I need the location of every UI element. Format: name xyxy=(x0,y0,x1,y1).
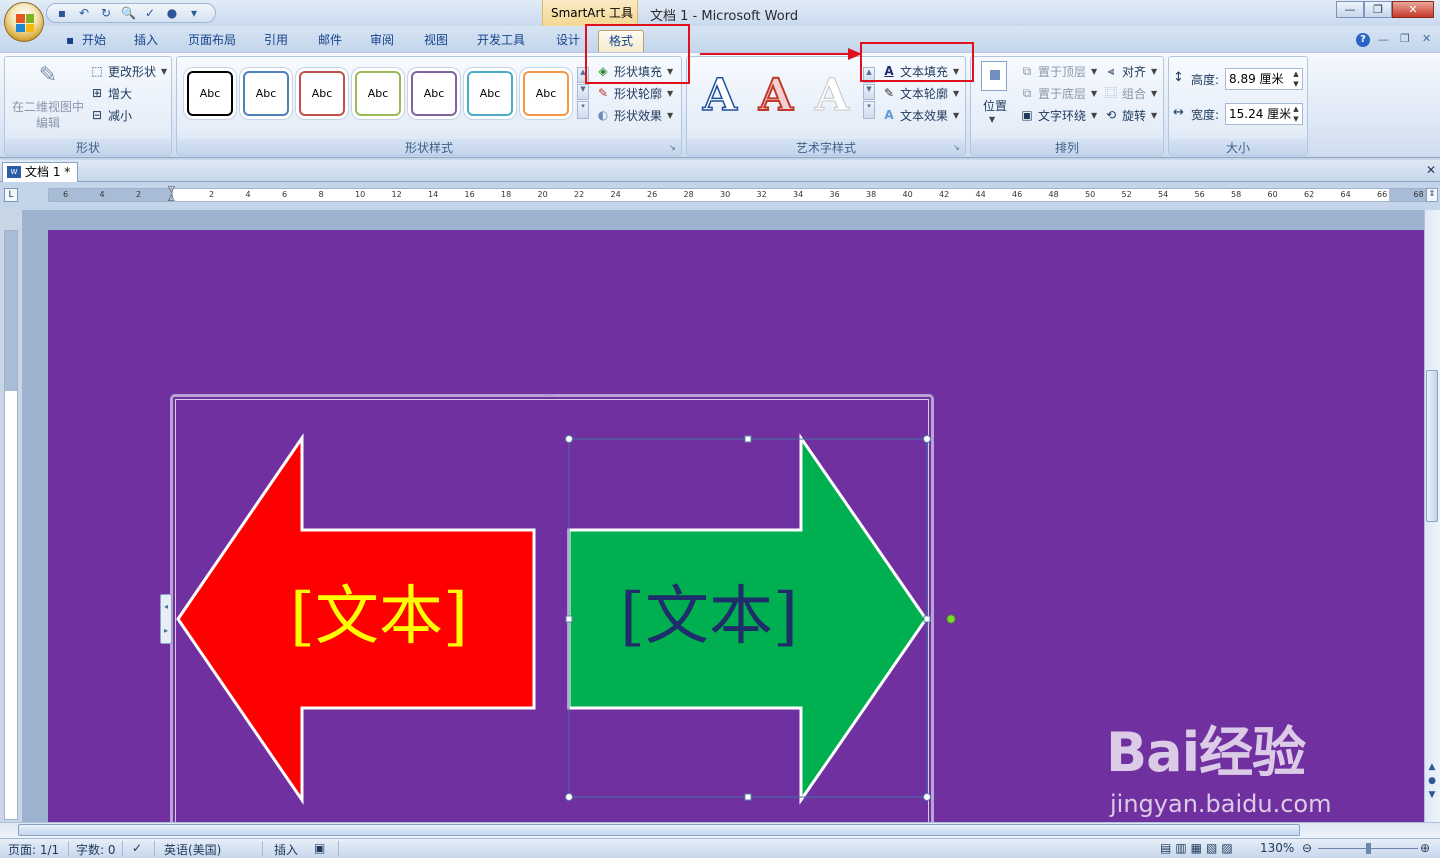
right-arrow-text[interactable]: [文本] xyxy=(620,582,798,652)
resize-handle[interactable] xyxy=(923,435,931,443)
resize-handle[interactable] xyxy=(744,435,752,443)
resize-handle[interactable] xyxy=(565,793,573,801)
zoom-out-icon[interactable]: ⊖ xyxy=(1302,841,1312,855)
zoom-level[interactable]: 130% xyxy=(1260,841,1294,855)
watermark-url: jingyan.baidu.com xyxy=(1110,790,1332,818)
resize-handle[interactable] xyxy=(923,615,931,623)
insert-mode[interactable]: 插入 xyxy=(274,841,298,858)
resize-handle[interactable] xyxy=(923,793,931,801)
rotate-handle[interactable] xyxy=(946,614,956,624)
resize-handle[interactable] xyxy=(565,615,573,623)
resize-handle[interactable] xyxy=(744,793,752,801)
macro-record-icon[interactable]: ▣ xyxy=(314,841,325,855)
browse-object-icons[interactable]: ▲ ● ▼ xyxy=(1426,760,1438,802)
left-arrow-text[interactable]: [文本] xyxy=(290,582,468,652)
office-logo-icon xyxy=(16,14,34,32)
status-bar: 页面: 1/1 字数: 0 ✓ 英语(美国) 插入 ▣ ▤▥▦▧▨ 130% ⊖… xyxy=(0,838,1440,857)
language[interactable]: 英语(美国) xyxy=(164,841,221,858)
resize-handle[interactable] xyxy=(565,435,573,443)
zoom-in-icon[interactable]: ⊕ xyxy=(1420,841,1430,855)
proofing-icon[interactable]: ✓ xyxy=(132,841,142,855)
horizontal-scroll-thumb[interactable] xyxy=(18,824,1300,836)
view-buttons-icon[interactable]: ▤▥▦▧▨ xyxy=(1160,841,1237,855)
page-count[interactable]: 页面: 1/1 xyxy=(8,841,59,858)
office-button[interactable] xyxy=(4,2,44,42)
zoom-slider-thumb[interactable] xyxy=(1366,843,1371,854)
baidu-watermark: Bai经验 xyxy=(1106,721,1306,784)
vertical-scroll-thumb[interactable] xyxy=(1426,370,1438,522)
word-count[interactable]: 字数: 0 xyxy=(76,841,116,858)
